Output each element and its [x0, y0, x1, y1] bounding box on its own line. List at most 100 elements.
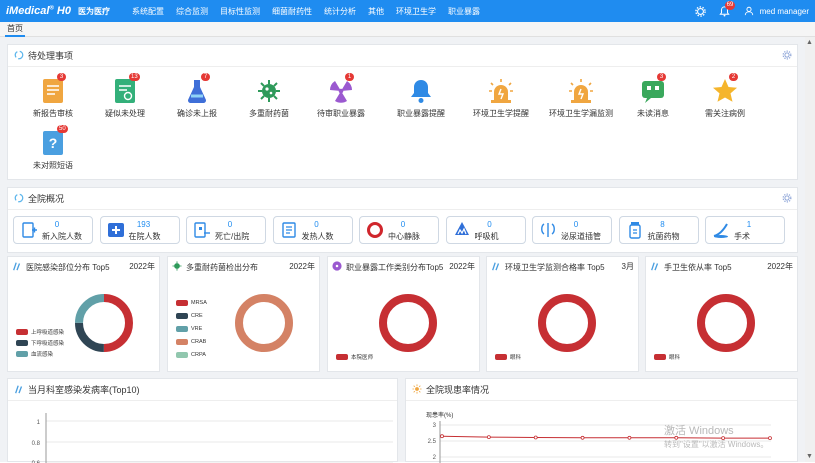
notification-bell-icon[interactable]: 69	[717, 1, 736, 19]
legend-item[interactable]: CRAB	[176, 339, 206, 345]
suspect-icon: 13	[111, 73, 140, 105]
donut-slice-3[interactable]	[235, 294, 293, 352]
line-point[interactable]	[440, 434, 444, 439]
stat-label: 呼吸机	[474, 232, 499, 241]
donut-slice-0[interactable]	[379, 294, 437, 352]
panel-settings-icon[interactable]	[782, 50, 792, 62]
pending-item-new-report[interactable]: 3 新报告审核	[20, 73, 86, 119]
line-point[interactable]	[580, 435, 585, 440]
scroll-up-icon[interactable]: ▲	[806, 39, 813, 46]
stat-antibiotic[interactable]: 8 抗菌药物	[618, 216, 699, 244]
tab-home[interactable]: 首页	[5, 23, 25, 37]
stat-label: 泌尿道插管	[561, 232, 601, 241]
pending-item-question[interactable]: ? 50 未对照短语	[20, 125, 86, 171]
legend-label: 本院医师	[351, 355, 374, 361]
legend-swatch	[176, 339, 188, 345]
message-icon: 3	[639, 73, 667, 105]
pending-item-warning-light[interactable]: 环境卫生学提醒	[468, 77, 534, 119]
legend-item[interactable]: 眼科	[654, 353, 680, 361]
pending-item-radiation[interactable]: 1 待审职业暴露	[308, 73, 374, 119]
stat-fever[interactable]: 0 发热人数	[272, 216, 353, 244]
scroll-down-icon[interactable]: ▼	[806, 453, 813, 460]
legend-label: CRAB	[191, 339, 207, 345]
sun-icon	[412, 383, 422, 396]
top-bar: iMedical® H0 医为医疗 系统配置 综合监测 目标性监测 细菌耐药性 统计分析…	[0, 0, 815, 22]
pending-item-label: 环境卫生学提醒	[473, 109, 529, 118]
count-badge: 3	[657, 73, 666, 81]
line-point[interactable]	[486, 435, 491, 440]
bell-icon	[407, 77, 435, 105]
main-nav: 系统配置 综合监测 目标性监测 细菌耐药性 统计分析 其他 环境卫生学 职业暴露	[132, 6, 492, 17]
user-name[interactable]: med manager	[760, 7, 809, 16]
pending-item-flask[interactable]: 7 确诊未上报	[164, 73, 230, 119]
user-icon[interactable]	[741, 3, 757, 19]
warning-light-icon	[487, 77, 515, 105]
warning-light-icon	[567, 77, 595, 105]
donut-chart-panel-1: 多重耐药菌检出分布 2022年 MRSA CRE VRE CRAB CRPA	[167, 256, 320, 372]
legend-label: CRE	[191, 313, 203, 319]
y-tick-label: 0.8	[32, 441, 41, 447]
stat-inpatient[interactable]: 193 在院人数	[99, 216, 180, 244]
pending-item-label: 环境卫生学漏监测	[549, 109, 613, 118]
legend-item[interactable]: VRE	[176, 326, 202, 332]
pending-title: 待处理事项	[28, 51, 74, 61]
pending-item-bell[interactable]: 职业暴露提醒	[388, 77, 454, 119]
nav-item-4[interactable]: 统计分析	[324, 6, 356, 17]
nav-item-6[interactable]: 环境卫生学	[396, 6, 436, 17]
nav-item-5[interactable]: 其他	[368, 6, 384, 17]
legend-item[interactable]: 眼科	[495, 353, 521, 361]
legend-item[interactable]: 血流感染	[16, 350, 53, 358]
legend-label: MRSA	[191, 300, 207, 306]
nav-item-0[interactable]: 系统配置	[132, 6, 164, 17]
legend-swatch	[176, 326, 188, 332]
line-point[interactable]	[627, 435, 632, 440]
nav-item-3[interactable]: 细菌耐药性	[272, 6, 312, 17]
stat-value: 0	[314, 220, 319, 229]
legend-swatch	[16, 351, 28, 357]
stat-ventilator[interactable]: 0 呼吸机	[445, 216, 526, 244]
donut-slice-0[interactable]	[697, 294, 755, 352]
pending-item-bacteria[interactable]: 多重耐药菌	[236, 77, 302, 119]
panel-settings-icon[interactable]	[782, 193, 792, 205]
line-point[interactable]	[768, 436, 772, 441]
pending-item-star[interactable]: 2 需关注病例	[692, 73, 758, 119]
radiation-icon: 1	[327, 73, 355, 105]
nav-item-1[interactable]: 综合监测	[176, 6, 208, 17]
app-logo[interactable]: iMedical® H0 医为医疗	[6, 5, 110, 17]
stat-surgery[interactable]: 1 手术	[705, 216, 785, 244]
legend-item[interactable]: 下呼吸道感染	[16, 339, 64, 347]
pending-item-suspect[interactable]: 13 疑似未处理	[92, 73, 158, 119]
legend-label: 眼科	[669, 355, 681, 361]
nav-item-2[interactable]: 目标性监测	[220, 6, 260, 17]
stat-urinary-catheter[interactable]: 0 泌尿道插管	[532, 216, 612, 244]
question-icon: ? 50	[39, 125, 68, 157]
pending-header: 待处理事项	[8, 45, 797, 67]
top-right-tools: 69 med manager	[685, 0, 809, 22]
legend-item[interactable]: 上呼吸道感染	[16, 328, 64, 336]
stat-value: 193	[136, 220, 151, 229]
pending-item-label: 职业暴露提醒	[397, 109, 445, 118]
legend-item[interactable]: CRE	[176, 313, 203, 319]
vertical-scrollbar[interactable]: ▲ ▼	[805, 37, 815, 462]
legend-item[interactable]: CRPA	[176, 352, 206, 358]
nav-item-7[interactable]: 职业暴露	[448, 6, 480, 17]
pending-item-warning-light[interactable]: 环境卫生学漏监测	[548, 77, 614, 119]
legend-item[interactable]: MRSA	[176, 300, 207, 306]
overview-header: 全院概况	[8, 188, 797, 210]
legend-item[interactable]: 本院医师	[336, 353, 373, 361]
inpatient-icon	[107, 221, 125, 239]
line-point[interactable]	[533, 435, 538, 440]
donut-slice-0[interactable]	[538, 294, 596, 352]
stat-discharge[interactable]: 0 死亡/出院	[186, 216, 266, 244]
tab-bar: 首页	[0, 22, 815, 37]
pending-item-message[interactable]: 3 未读消息	[620, 73, 686, 119]
stat-central-line[interactable]: 0 中心静脉	[359, 216, 439, 244]
legend-swatch	[176, 352, 188, 358]
dashboard-icon	[14, 50, 24, 62]
donut-chart-panel-3: 环境卫生学监测合格率 Top5 3月 眼科	[486, 256, 639, 372]
legend-label: 上呼吸道感染	[31, 330, 65, 336]
new-admission-icon	[20, 221, 38, 239]
settings-icon[interactable]	[693, 3, 709, 19]
pending-panel: 待处理事项 3 新报告审核 13 疑似未处理 7 确诊未上报 多重耐药菌 1 待审职业暴露 职业暴…	[7, 44, 798, 180]
stat-new-admission[interactable]: 0 新入院人数	[13, 216, 93, 244]
